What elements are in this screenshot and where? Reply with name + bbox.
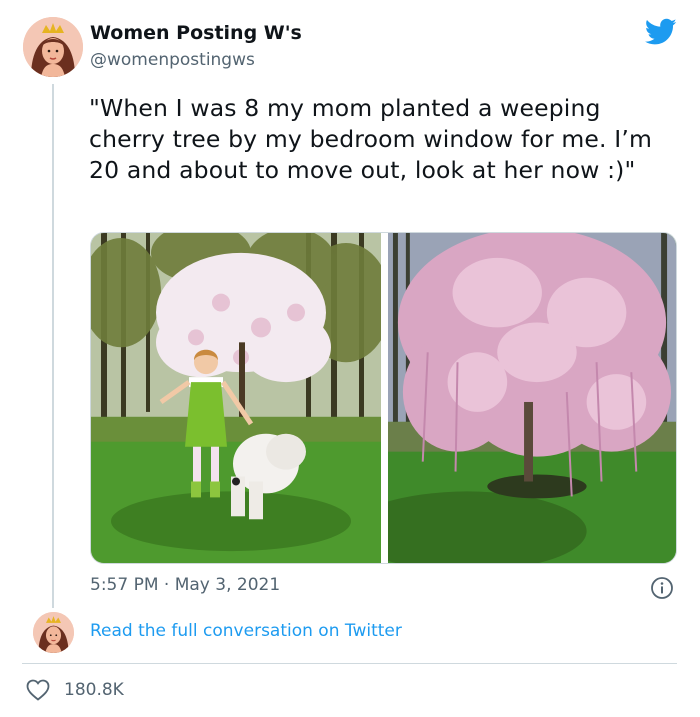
author-avatar-small[interactable]	[33, 612, 74, 653]
avatar-illustration-small	[33, 612, 74, 653]
tweet-text: "When I was 8 my mom planted a weeping c…	[89, 94, 653, 184]
photo-girl-dog-small-tree[interactable]	[91, 233, 381, 563]
read-full-conversation-link[interactable]: Read the full conversation on Twitter	[90, 621, 402, 641]
tweet-timestamp[interactable]: 5:57 PM · May 3, 2021	[90, 575, 280, 595]
author-handle[interactable]: @womenpostingws	[90, 50, 255, 70]
like-count: 180.8K	[64, 680, 124, 700]
photo-girl-dog-illustration	[91, 233, 381, 563]
author-display-name[interactable]: Women Posting W's	[90, 22, 302, 44]
twitter-bird-icon[interactable]	[645, 18, 677, 46]
heart-icon[interactable]	[26, 679, 50, 701]
tweet-media	[90, 232, 677, 564]
author-avatar[interactable]	[23, 17, 83, 77]
media-divider	[381, 233, 388, 563]
photo-cherry-tree-illustration	[388, 233, 676, 563]
photo-large-weeping-cherry-tree[interactable]	[388, 233, 676, 563]
thread-line	[52, 84, 54, 608]
footer-divider	[22, 663, 677, 664]
avatar-illustration	[23, 17, 83, 77]
info-icon[interactable]	[650, 576, 674, 600]
